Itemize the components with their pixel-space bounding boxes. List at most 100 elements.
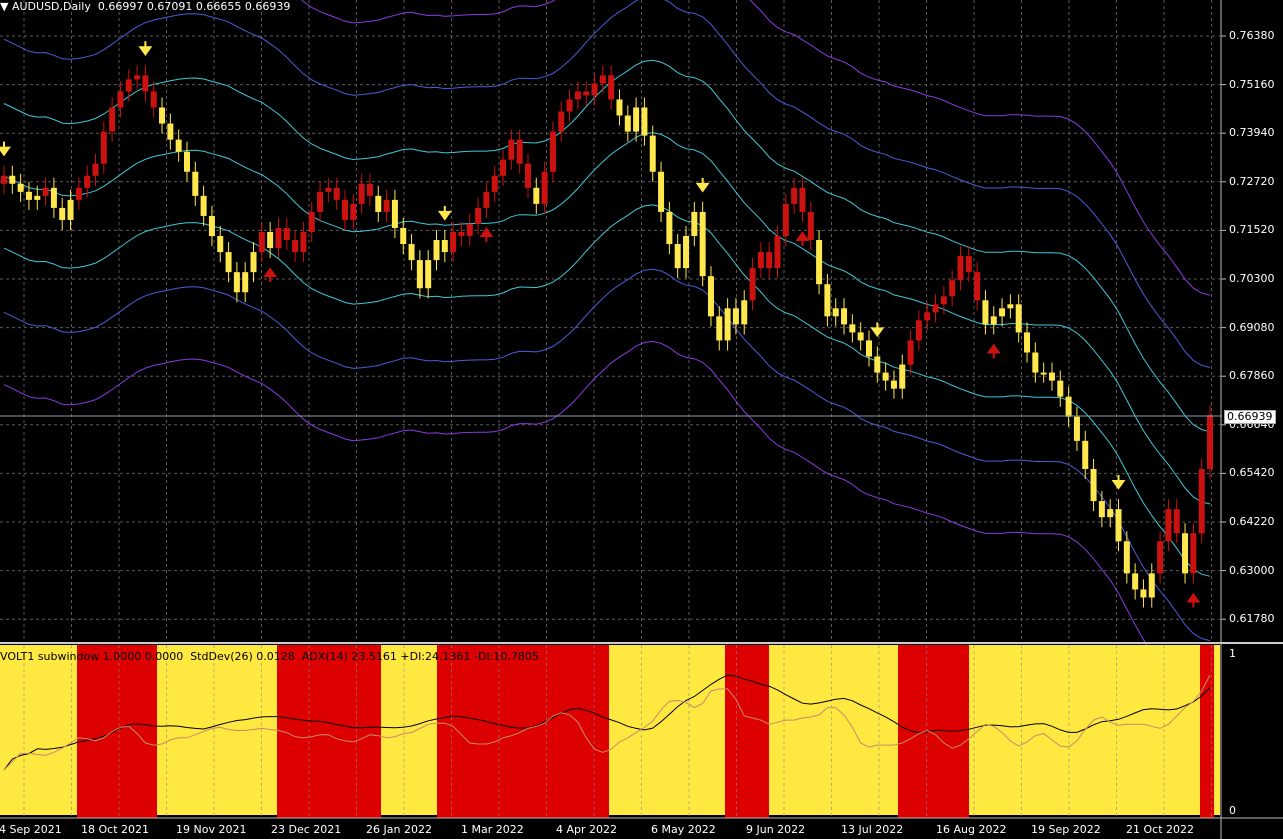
- candle-body: [250, 252, 257, 273]
- header-arrow-icon[interactable]: ▼: [0, 0, 8, 13]
- candle-body: [558, 111, 565, 132]
- candle-body: [699, 211, 706, 277]
- candle-body: [17, 183, 24, 192]
- candle-body: [932, 304, 939, 313]
- time-label: 14 Sep 2021: [0, 823, 62, 836]
- subwindow-header: VOLT1 subwindow 1.0000 0.0000 StdDev(26)…: [0, 650, 539, 663]
- candle-body: [816, 240, 823, 285]
- candle-body: [366, 183, 373, 196]
- candle-body: [300, 232, 307, 253]
- candle-body: [633, 107, 640, 132]
- candle-body: [9, 175, 16, 184]
- candle-body: [217, 236, 224, 253]
- time-label: 19 Sep 2022: [1031, 823, 1101, 836]
- candle-body: [109, 107, 116, 132]
- candle-body: [524, 163, 531, 188]
- candle-body: [716, 316, 723, 341]
- candle-body: [1032, 352, 1039, 373]
- candle-body: [674, 244, 681, 269]
- candle-body: [832, 308, 839, 317]
- candle-body: [1157, 541, 1164, 574]
- candle-body: [1107, 509, 1114, 518]
- candle-body: [192, 171, 199, 196]
- candle-body: [408, 244, 415, 261]
- candle-body: [425, 260, 432, 289]
- candle-body: [50, 187, 57, 208]
- candle-body: [375, 195, 382, 212]
- candle-body: [949, 280, 956, 297]
- current-price-label: 0.66939: [1224, 410, 1276, 424]
- candle-body: [400, 227, 407, 245]
- red-zone: [277, 645, 381, 818]
- candle-body: [325, 187, 332, 192]
- candle-body: [350, 203, 357, 220]
- candle-body: [516, 139, 523, 164]
- candle-body: [483, 191, 490, 208]
- candle-body: [566, 99, 573, 112]
- price-label: 0.73940: [1229, 126, 1275, 140]
- time-label: 16 Aug 2022: [936, 823, 1007, 836]
- time-label: 1 Mar 2022: [461, 823, 524, 836]
- red-zone: [77, 645, 157, 818]
- candle-body: [308, 211, 315, 232]
- candle-body: [142, 75, 149, 92]
- candle-body: [433, 240, 440, 261]
- candle-body: [508, 139, 515, 160]
- candle-body: [1015, 304, 1022, 333]
- candle-body: [749, 268, 756, 301]
- candle-body: [857, 332, 864, 341]
- candle-body: [707, 276, 714, 317]
- candle-body: [791, 187, 798, 204]
- candle-body: [774, 236, 781, 269]
- candle-body: [940, 296, 947, 305]
- candle-body: [724, 308, 731, 341]
- candle-body: [333, 187, 340, 200]
- candle-body: [233, 272, 240, 293]
- candle-body: [342, 199, 349, 220]
- candle-body: [75, 187, 82, 200]
- time-label: 9 Jun 2022: [746, 823, 806, 836]
- candle-body: [890, 380, 897, 389]
- candle-body: [915, 320, 922, 341]
- candle-body: [616, 99, 623, 116]
- candle-body: [641, 107, 648, 136]
- candle-body: [1007, 304, 1014, 309]
- candle-body: [1123, 541, 1130, 574]
- subwindow-bg: [0, 645, 1220, 815]
- symbol-name: AUDUSD,Daily: [11, 0, 91, 13]
- chart-canvas[interactable]: [0, 0, 1283, 839]
- candle-body: [907, 340, 914, 365]
- candle-body: [500, 159, 507, 176]
- price-label: 0.64220: [1229, 515, 1275, 528]
- time-label: 26 Jan 2022: [366, 823, 432, 836]
- ohlc-low: 0.66655: [195, 0, 242, 13]
- time-label: 13 Jul 2022: [841, 823, 904, 836]
- time-label: 4 Apr 2022: [556, 823, 618, 836]
- subwindow-scale-bottom: 0: [1229, 804, 1236, 817]
- candle-body: [741, 300, 748, 325]
- candle-body: [882, 372, 889, 381]
- candle-body: [275, 227, 282, 249]
- time-label: 19 Nov 2021: [176, 823, 247, 836]
- candle-body: [475, 207, 482, 224]
- candle-body: [541, 171, 548, 204]
- candle-body: [458, 232, 465, 237]
- candle-body: [1165, 509, 1172, 542]
- candle-body: [957, 256, 964, 281]
- candle-body: [974, 272, 981, 301]
- candle-body: [1115, 509, 1122, 542]
- candle-body: [1, 175, 7, 184]
- candle-body: [732, 308, 739, 325]
- candle-body: [1090, 468, 1097, 502]
- candle-body: [1082, 440, 1089, 469]
- candle-body: [649, 135, 656, 172]
- candle-body: [1140, 589, 1147, 598]
- candle-body: [159, 107, 166, 124]
- candle-body: [183, 151, 190, 172]
- ohlc-high: 0.67091: [146, 0, 193, 13]
- candle-body: [1024, 332, 1031, 353]
- candle-body: [1073, 416, 1080, 441]
- candle-body: [924, 312, 931, 321]
- candle-body: [666, 211, 673, 245]
- candle-body: [1190, 533, 1197, 574]
